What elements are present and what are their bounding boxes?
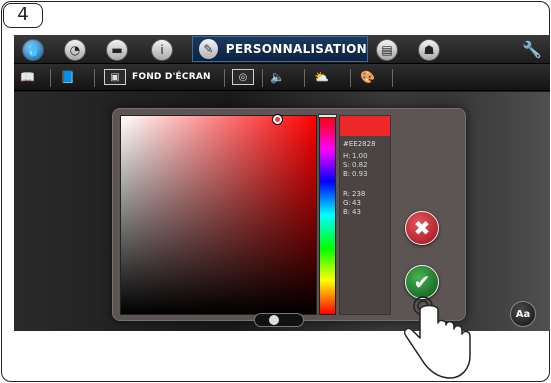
cancel-button[interactable]: ✖ [405,211,439,245]
folder-icon[interactable]: ▬ [106,39,128,61]
wallpaper-icon: ▣ [104,69,126,85]
color-info-panel: #EE2828 H:1.00 S: 0.82 B: 0.93 R: 238 G:43 … [339,115,391,315]
separator [350,69,351,87]
screensaver-icon[interactable]: ◎ [232,68,254,86]
close-icon: ✖ [413,216,431,240]
device-screen: 💧 ◔ ▬ i ✎ PERSONNALISATION ▤ ☗ 🔧 📖 📘 ▣ F… [14,35,550,331]
tab-fond-ecran-label: FOND D'ÉCRAN [132,72,211,82]
manual-icon[interactable]: 📘 [60,68,75,86]
hue-slider[interactable] [319,115,336,315]
clock-icon[interactable]: ◔ [64,39,86,61]
separator [224,69,225,87]
hsb-b: B: 0.93 [343,170,368,178]
tab-fond-ecran[interactable]: ▣ FOND D'ÉCRAN [104,68,211,86]
water-drop-icon[interactable]: 💧 [22,39,44,61]
separator [94,69,95,87]
tab-personnalisation[interactable]: ✎ PERSONNALISATION [192,36,368,62]
rgb-r: R: 238 [343,190,366,198]
user-icon[interactable]: ☗ [418,39,440,61]
check-icon: ✔ [413,270,431,294]
step-number-badge: 4 [3,3,43,28]
saturation-brightness-field[interactable] [120,115,317,315]
hex-value: #EE2828 [343,140,376,148]
screen-icon[interactable]: ▤ [376,39,398,61]
wrench-icon[interactable]: 🔧 [522,40,542,59]
pointing-hand-icon [403,296,471,379]
rgb-g: G:43 [343,199,361,207]
rgb-b: B: 43 [343,208,361,216]
palette-icon[interactable]: 🎨 [360,68,375,86]
volume-icon[interactable]: 🔈 [270,68,285,86]
hsb-h: H:1.00 [343,152,368,160]
color-picker-dialog: #EE2828 H:1.00 S: 0.82 B: 0.93 R: 238 G:43 … [112,108,466,321]
separator [262,69,263,87]
sub-navigation-bar: 📖 📘 ▣ FOND D'ÉCRAN ◎ 🔈 ⛅ 🎨 [14,64,550,91]
color-preview-swatch [340,116,390,136]
color-cursor[interactable] [273,115,282,124]
tab-personnalisation-label: PERSONNALISATION [225,42,367,56]
page-toggle[interactable] [254,313,304,327]
top-navigation-bar: 💧 ◔ ▬ i ✎ PERSONNALISATION ▤ ☗ 🔧 [14,35,550,64]
font-button[interactable]: Aa [510,301,536,327]
confirm-button[interactable]: ✔ [405,265,439,299]
pencil-icon: ✎ [199,39,218,59]
book-icon[interactable]: 📖 [20,68,35,86]
separator [50,69,51,87]
separator [392,69,393,87]
hsb-s: S: 0.82 [343,161,368,169]
weather-icon[interactable]: ⛅ [314,68,329,86]
info-icon[interactable]: i [151,39,173,61]
separator [304,69,305,87]
hue-slider-handle[interactable] [318,114,337,118]
